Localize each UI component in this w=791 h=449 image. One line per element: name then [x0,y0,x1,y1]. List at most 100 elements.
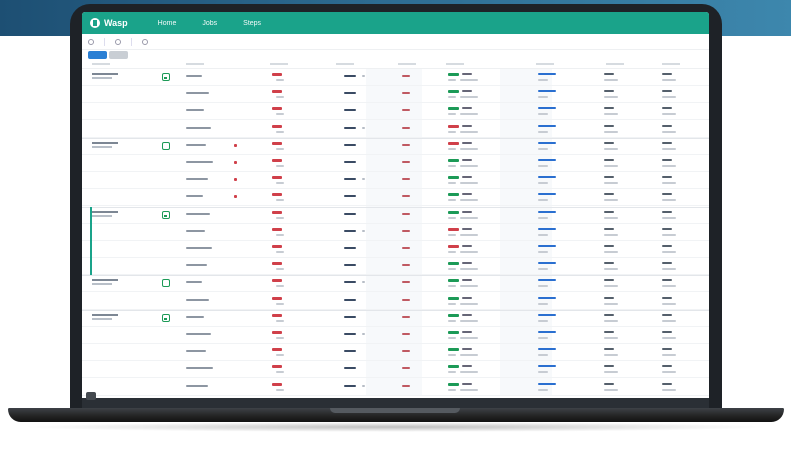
cell-value [462,73,472,75]
cell-value [462,107,472,110]
table-row[interactable] [82,69,709,86]
group-label [92,210,118,217]
column-header[interactable] [92,63,110,65]
table-row[interactable] [82,189,709,207]
table-row[interactable] [82,224,709,241]
cell-value [276,302,284,305]
cell-value [186,281,202,284]
column-header[interactable] [336,63,354,65]
table-row[interactable] [82,344,709,362]
cell-value [604,296,614,299]
cell-value [604,365,614,368]
table-row[interactable] [82,207,709,224]
cell-value [460,130,478,133]
app-bar: Wasp Home Jobs Steps [82,12,709,34]
cell-value [402,281,410,284]
toolbar-select[interactable] [88,38,94,45]
cell-value [662,251,676,253]
chip-active[interactable] [88,51,108,59]
table-row[interactable] [82,86,709,104]
table-row[interactable] [82,327,709,344]
cell-value [272,141,282,145]
chip-inactive[interactable] [109,51,129,59]
cell-value [538,285,548,288]
cell-value [460,371,478,374]
cell-value [276,371,284,374]
cell-value [604,337,618,339]
table-row[interactable] [82,103,709,121]
table-row[interactable] [82,138,709,155]
cell-value [402,143,410,146]
table-row[interactable] [82,310,709,327]
cell-value [662,354,676,357]
table-row[interactable] [82,172,709,190]
cell-value [448,113,456,116]
cell-value [604,388,618,391]
cell-value [344,298,356,301]
cell-value [344,333,356,335]
cell-value [344,281,356,284]
table-row[interactable] [82,258,709,276]
group-label [92,73,118,79]
cell-value [538,331,556,333]
cell-value [604,245,614,247]
cell-value [662,199,676,202]
cell-value [460,302,478,305]
cell-value [538,130,548,133]
cell-value [460,251,478,253]
cell-value [448,348,459,352]
cell-value [276,182,284,185]
table-row[interactable] [82,155,709,172]
nav-item-steps[interactable]: Steps [243,20,261,27]
toolbar-search[interactable] [142,38,148,45]
cell-value [186,298,209,301]
cell-value [462,296,472,299]
cell-value [402,178,410,181]
cell-value [604,141,614,144]
cell-value [462,382,472,385]
cell-value [448,331,459,334]
cell-value [272,296,282,300]
cell-value [662,233,676,236]
nav-item-jobs[interactable]: Jobs [202,20,217,27]
cell-value [272,73,282,76]
cell-value [662,124,672,127]
cell-value [460,79,478,81]
cell-value [448,296,459,300]
nav-item-home[interactable]: Home [158,20,177,27]
cell-value [662,113,676,116]
corner-button[interactable] [86,392,96,400]
cell-value [662,193,672,196]
column-header[interactable] [186,63,204,65]
table-row[interactable] [82,293,709,310]
table-row[interactable] [82,361,709,379]
column-header[interactable] [606,63,624,65]
cell-value [448,147,456,150]
cell-value [538,216,548,219]
app-logo[interactable]: Wasp [90,18,128,28]
cell-value [460,165,478,167]
cell-value [460,147,478,150]
table-row[interactable] [82,121,709,138]
cell-value [460,319,478,322]
cell-value [604,313,614,316]
column-header[interactable] [536,63,554,65]
cell-value [462,331,472,333]
cell-value [276,147,284,150]
column-header[interactable] [398,63,416,65]
column-header[interactable] [270,63,288,65]
cell-value [462,365,472,368]
cell-value [538,107,556,110]
cell-value [448,79,456,81]
table-row[interactable] [82,241,709,258]
cell-value [604,124,614,127]
table-row[interactable] [82,275,709,293]
cell-value [604,147,618,150]
cell-value [460,285,478,288]
cell-value [604,354,618,357]
toolbar-dropdown[interactable] [115,38,121,45]
table-row[interactable] [82,379,709,396]
column-header[interactable] [446,63,464,65]
cell-value [402,367,410,370]
column-header[interactable] [662,63,680,65]
